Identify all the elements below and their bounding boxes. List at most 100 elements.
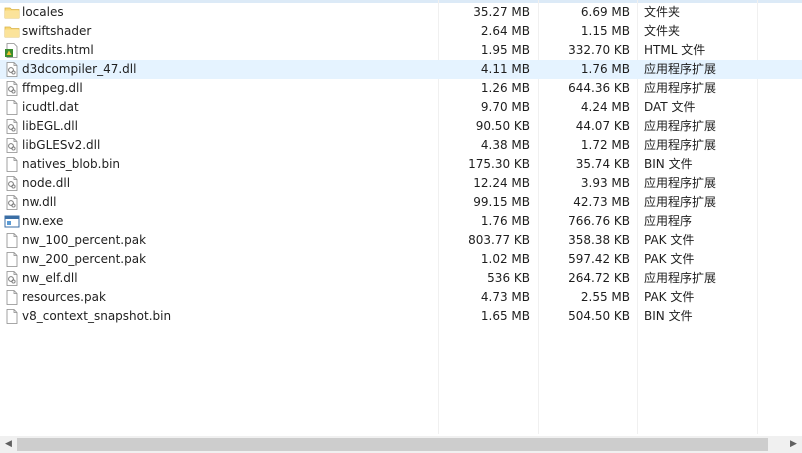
scroll-left-button[interactable]: ◀ — [0, 436, 17, 453]
file-compressed-size: 42.73 MB — [573, 195, 630, 209]
file-size: 175.30 KB — [468, 157, 530, 171]
file-compressed-size: 3.93 MB — [580, 176, 630, 190]
file-row[interactable]: node.dll 12.24 MB 3.93 MB 应用程序扩展 — [0, 174, 802, 193]
file-icon — [4, 250, 20, 269]
file-name: locales — [22, 5, 64, 19]
file-type: 文件夹 — [644, 5, 681, 19]
file-row[interactable]: d3dcompiler_47.dll 4.11 MB 1.76 MB 应用程序扩展 — [0, 60, 802, 79]
file-row[interactable]: nw.exe 1.76 MB 766.76 KB 应用程序 — [0, 212, 802, 231]
file-type: PAK 文件 — [644, 290, 695, 304]
file-name: v8_context_snapshot.bin — [22, 309, 172, 323]
dll-file-icon — [4, 193, 20, 212]
file-compressed-size: 766.76 KB — [568, 214, 630, 228]
file-type: 应用程序扩展 — [644, 81, 717, 95]
file-name: libGLESv2.dll — [22, 138, 101, 152]
dll-file-icon — [4, 174, 20, 193]
file-row[interactable]: nw_200_percent.pak 1.02 MB 597.42 KB PAK 文件 — [0, 250, 802, 269]
file-type: 应用程序扩展 — [644, 62, 717, 76]
file-name: credits.html — [22, 43, 94, 57]
file-name: nw.dll — [22, 195, 57, 209]
file-name: swiftshader — [22, 24, 92, 38]
file-row[interactable]: natives_blob.bin 175.30 KB 35.74 KB BIN 文件 — [0, 155, 802, 174]
dll-file-icon — [4, 79, 20, 98]
file-row[interactable]: nw.dll 99.15 MB 42.73 MB 应用程序扩展 — [0, 193, 802, 212]
html-file-icon — [4, 41, 20, 60]
file-row[interactable]: resources.pak 4.73 MB 2.55 MB PAK 文件 — [0, 288, 802, 307]
file-type: PAK 文件 — [644, 233, 695, 247]
file-icon — [4, 288, 20, 307]
file-list-window: locales 35.27 MB 6.69 MB 文件夹 swiftshader 2.64… — [0, 0, 802, 453]
scrollbar-thumb[interactable] — [17, 438, 768, 451]
file-icon — [4, 155, 20, 174]
file-compressed-size: 504.50 KB — [568, 309, 630, 323]
file-size: 2.64 MB — [480, 24, 530, 38]
file-name: nw_200_percent.pak — [22, 252, 147, 266]
file-row[interactable]: nw_elf.dll 536 KB 264.72 KB 应用程序扩展 — [0, 269, 802, 288]
file-compressed-size: 1.76 MB — [580, 62, 630, 76]
exe-file-icon — [4, 212, 20, 231]
file-compressed-size: 358.38 KB — [568, 233, 630, 247]
folder-icon — [4, 22, 20, 41]
file-compressed-size: 6.69 MB — [580, 5, 630, 19]
file-row[interactable]: credits.html 1.95 MB 332.70 KB HTML 文件 — [0, 41, 802, 60]
file-type: 应用程序扩展 — [644, 138, 717, 152]
file-type: BIN 文件 — [644, 157, 693, 171]
file-size: 1.76 MB — [480, 214, 530, 228]
file-name: libEGL.dll — [22, 119, 78, 133]
file-name: nw.exe — [22, 214, 64, 228]
file-type: PAK 文件 — [644, 252, 695, 266]
scroll-right-button[interactable]: ▶ — [785, 436, 802, 453]
file-type: 应用程序 — [644, 214, 693, 228]
file-size: 12.24 MB — [473, 176, 530, 190]
file-size: 1.95 MB — [480, 43, 530, 57]
file-name: nw_100_percent.pak — [22, 233, 147, 247]
file-size: 4.11 MB — [480, 62, 530, 76]
file-name: resources.pak — [22, 290, 106, 304]
file-row[interactable]: ffmpeg.dll 1.26 MB 644.36 KB 应用程序扩展 — [0, 79, 802, 98]
file-row[interactable]: swiftshader 2.64 MB 1.15 MB 文件夹 — [0, 22, 802, 41]
file-name: natives_blob.bin — [22, 157, 121, 171]
file-type: 应用程序扩展 — [644, 176, 717, 190]
file-name: node.dll — [22, 176, 71, 190]
file-type: 文件夹 — [644, 24, 681, 38]
chevron-right-icon: ▶ — [790, 439, 797, 449]
file-type: BIN 文件 — [644, 309, 693, 323]
file-compressed-size: 644.36 KB — [568, 81, 630, 95]
file-size: 90.50 KB — [475, 119, 530, 133]
file-compressed-size: 1.15 MB — [580, 24, 630, 38]
file-size: 9.70 MB — [480, 100, 530, 114]
file-name: d3dcompiler_47.dll — [22, 62, 137, 76]
file-row[interactable]: icudtl.dat 9.70 MB 4.24 MB DAT 文件 — [0, 98, 802, 117]
folder-icon — [4, 3, 20, 22]
file-size: 4.73 MB — [480, 290, 530, 304]
dll-file-icon — [4, 136, 20, 155]
file-type: 应用程序扩展 — [644, 195, 717, 209]
file-icon — [4, 231, 20, 250]
file-compressed-size: 332.70 KB — [568, 43, 630, 57]
file-type: HTML 文件 — [644, 43, 706, 57]
file-compressed-size: 4.24 MB — [580, 100, 630, 114]
chevron-left-icon: ◀ — [5, 439, 12, 449]
file-row[interactable]: v8_context_snapshot.bin 1.65 MB 504.50 KB B… — [0, 307, 802, 326]
file-type: 应用程序扩展 — [644, 119, 717, 133]
file-name: icudtl.dat — [22, 100, 79, 114]
dll-file-icon — [4, 60, 20, 79]
file-size: 99.15 MB — [473, 195, 530, 209]
file-name: nw_elf.dll — [22, 271, 78, 285]
file-size: 803.77 KB — [468, 233, 530, 247]
file-size: 35.27 MB — [473, 5, 530, 19]
file-row[interactable]: locales 35.27 MB 6.69 MB 文件夹 — [0, 3, 802, 22]
file-row[interactable]: libGLESv2.dll 4.38 MB 1.72 MB 应用程序扩展 — [0, 136, 802, 155]
file-list: locales 35.27 MB 6.69 MB 文件夹 swiftshader 2.64… — [0, 3, 802, 326]
file-row[interactable]: libEGL.dll 90.50 KB 44.07 KB 应用程序扩展 — [0, 117, 802, 136]
file-icon — [4, 307, 20, 326]
file-name: ffmpeg.dll — [22, 81, 83, 95]
file-compressed-size: 597.42 KB — [568, 252, 630, 266]
file-size: 536 KB — [487, 271, 530, 285]
file-icon — [4, 98, 20, 117]
file-size: 1.65 MB — [480, 309, 530, 323]
file-row[interactable]: nw_100_percent.pak 803.77 KB 358.38 KB PAK … — [0, 231, 802, 250]
horizontal-scrollbar[interactable]: ◀ ▶ — [0, 436, 802, 453]
file-size: 1.26 MB — [480, 81, 530, 95]
file-compressed-size: 1.72 MB — [580, 138, 630, 152]
